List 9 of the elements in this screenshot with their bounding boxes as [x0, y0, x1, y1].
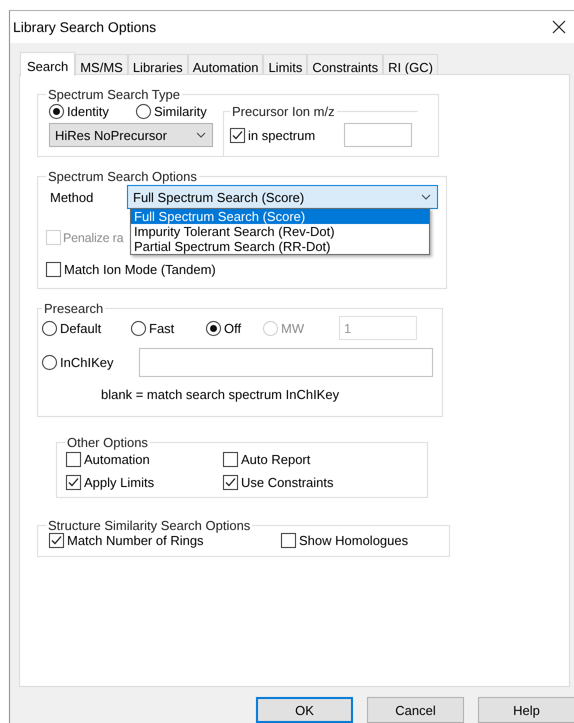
group-title: Other Options [66, 435, 149, 450]
group-title: Spectrum Search Type [47, 87, 181, 102]
field-label: Method [50, 190, 94, 204]
hint-text: blank = match search spectrum InChIKey [101, 387, 340, 402]
group-title: Spectrum Search Options [47, 169, 198, 184]
group-title: Precursor Ion m/z [231, 104, 336, 119]
group-title: Structure Similarity Search Options [47, 518, 252, 533]
window-title: Library Search Options [13, 19, 156, 35]
group-title: Presearch [43, 301, 104, 316]
